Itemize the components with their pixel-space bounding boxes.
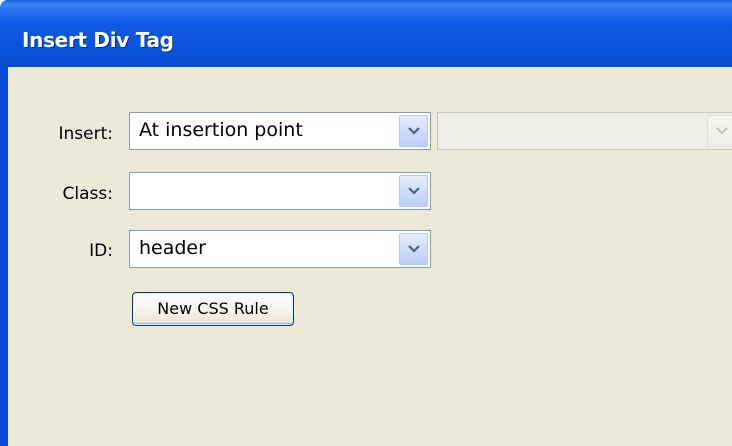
id-select-value: header [139, 237, 206, 259]
class-select-dropdown-button[interactable] [399, 175, 428, 207]
insert-location-select [437, 112, 732, 150]
dialog-title: Insert Div Tag [22, 28, 174, 52]
new-css-rule-button[interactable]: New CSS Rule [132, 292, 294, 326]
class-select[interactable] [129, 172, 431, 210]
id-select[interactable]: header [129, 230, 431, 268]
title-bar[interactable]: Insert Div Tag [0, 0, 732, 67]
insert-select-value: At insertion point [139, 119, 303, 141]
insert-select[interactable]: At insertion point [129, 112, 431, 150]
insert-label: Insert: [58, 124, 114, 144]
insert-select-dropdown-button[interactable] [399, 115, 428, 147]
insert-div-tag-dialog: Insert Div Tag [0, 0, 732, 446]
class-label: Class: [62, 184, 113, 204]
insert-location-dropdown-button [707, 115, 732, 147]
id-select-dropdown-button[interactable] [399, 233, 428, 265]
id-label: ID: [89, 241, 113, 261]
